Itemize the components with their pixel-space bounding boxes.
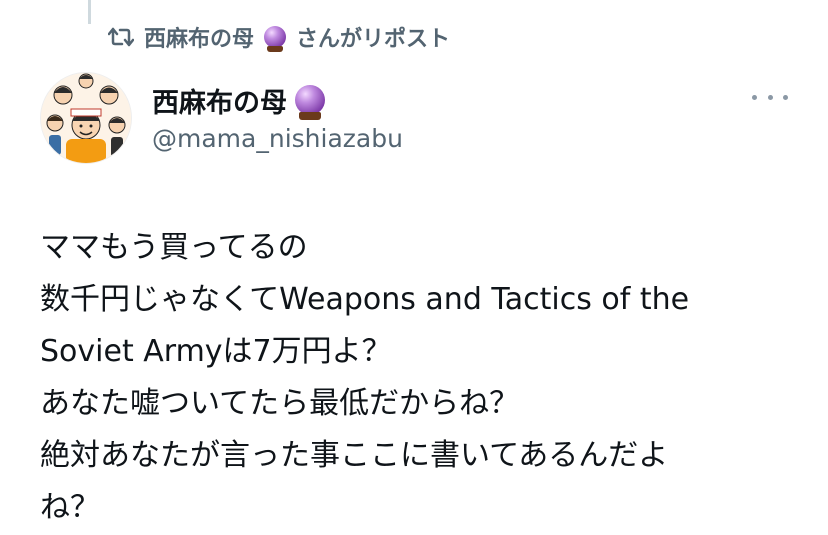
author-name-row[interactable]: 西麻布の母 [152, 81, 325, 120]
tweet-line: Soviet Armyは7万円よ？ [40, 334, 392, 369]
tweet-line: 絶対あなたが言った事ここに書いてあるんだよ [40, 438, 669, 473]
repost-user-name[interactable]: 西麻布の母 [144, 21, 254, 53]
thread-line [88, 0, 91, 24]
tweet-line: 数千円じゃなくてWeapons and Tactics of the [40, 282, 690, 317]
author-handle[interactable]: @mama_nishiazabu [152, 124, 403, 153]
dot [767, 94, 773, 100]
tweet-line: ね？ [40, 490, 100, 525]
tweet-text: ママもう買ってるの 数千円じゃなくてWeapons and Tactics of… [40, 222, 800, 534]
tweet-line: ママもう買ってるの [40, 230, 308, 265]
repost-context[interactable]: 西麻布の母 さんがリポスト [108, 22, 450, 52]
author-display-name[interactable]: 西麻布の母 [152, 81, 287, 120]
crystal-ball-icon [264, 26, 287, 52]
repost-suffix: さんがリポスト [296, 27, 451, 52]
more-options-icon[interactable] [752, 86, 788, 108]
dot [783, 94, 788, 100]
crystal-ball-icon [295, 85, 325, 120]
repost-icon [108, 26, 134, 48]
tweet-line: あなた嘘ついてたら最低だからね？ [40, 386, 520, 421]
avatar[interactable] [40, 72, 132, 164]
dot [752, 94, 757, 100]
